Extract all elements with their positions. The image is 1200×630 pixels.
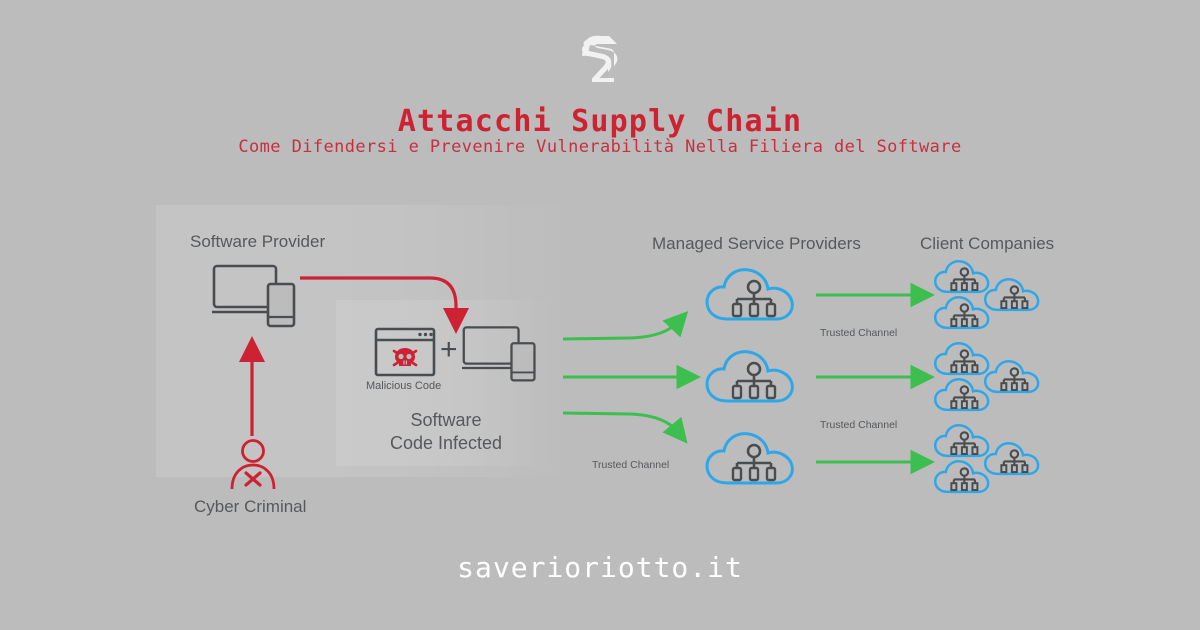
client-cloud-network-icon-2c (934, 378, 990, 412)
page-title: Attacchi Supply Chain (397, 104, 803, 139)
brand-logo (0, 34, 1200, 84)
arrow-infected-to-msp-3 (562, 411, 688, 444)
label-software-provider: Software Provider (190, 232, 326, 251)
poster-canvas: Attacchi Supply Chain Come Difendersi e … (0, 0, 1200, 630)
page-subtitle: Come Difendersi e Prevenire Vulnerabilit… (238, 137, 962, 157)
infected-software-laptop-phone-icon (462, 326, 536, 382)
sr-monogram-logo-icon (582, 35, 618, 82)
msp-cloud-network-icon-3 (705, 432, 794, 485)
label-managed-service-providers: Managed Service Providers (652, 234, 861, 253)
plus-operator: + (440, 333, 458, 366)
arrow-infected-to-msp-1 (562, 311, 689, 341)
infected-line-1: Software (410, 410, 482, 430)
client-cloud-network-icon-3c (934, 460, 990, 494)
label-trusted-channel-top: Trusted Channel (820, 327, 898, 339)
label-client-companies: Client Companies (920, 234, 1055, 253)
msp-cloud-network-icon-1 (705, 268, 794, 321)
malicious-code-skull-window-icon (374, 327, 436, 377)
infected-line-2: Code Infected (389, 433, 503, 453)
msp-cloud-network-icon-2 (705, 350, 794, 403)
client-cloud-network-icon-1c (934, 296, 990, 330)
label-malicious-code: Malicious Code (366, 380, 442, 392)
cyber-criminal-person-x-icon (230, 439, 276, 490)
website-footer: saverioriotto.it (457, 551, 743, 584)
label-trusted-channel-middle: Trusted Channel (820, 419, 898, 431)
label-cyber-criminal: Cyber Criminal (194, 497, 307, 516)
label-software-code-infected: Software Code Infected (336, 409, 556, 455)
software-provider-laptop-phone-icon (212, 264, 296, 328)
label-trusted-channel-bottom: Trusted Channel (592, 459, 670, 471)
